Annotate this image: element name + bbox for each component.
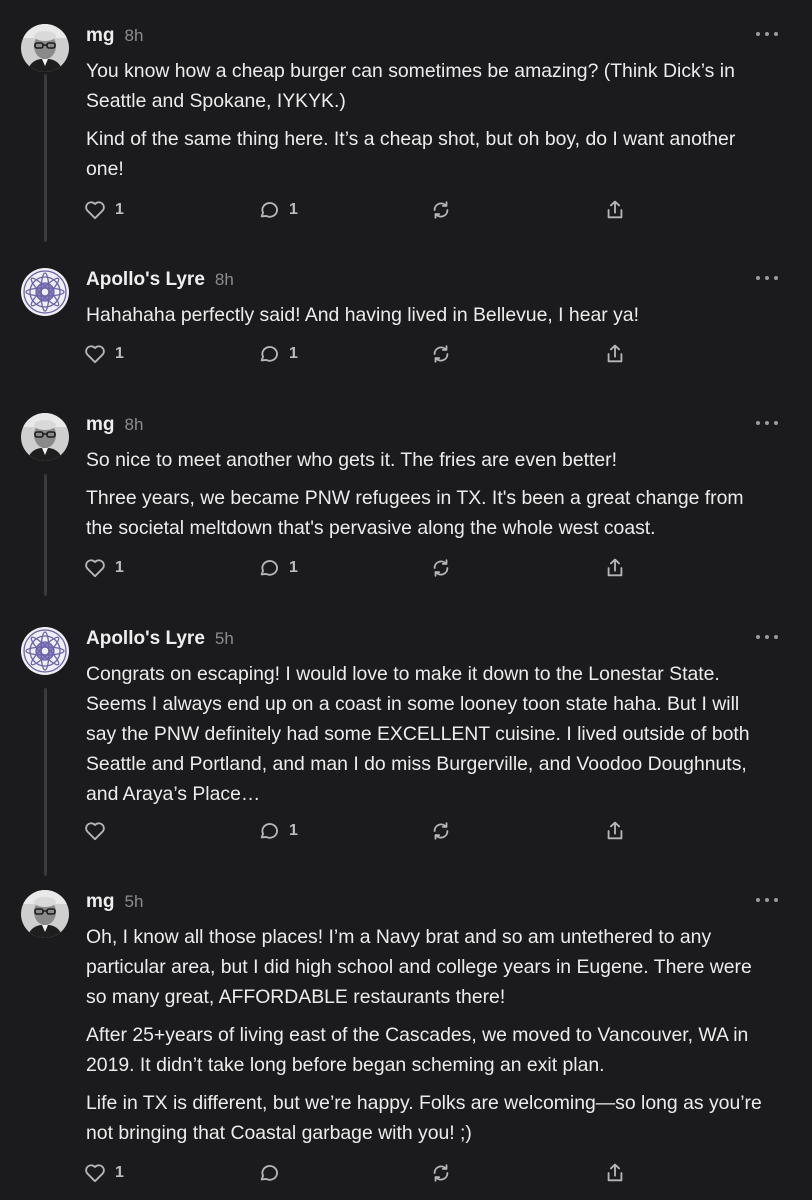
more-options-icon[interactable]	[756, 28, 778, 40]
like-button[interactable]: 1	[84, 341, 124, 367]
author-name[interactable]: mg	[86, 414, 115, 436]
timestamp[interactable]: 8h	[215, 270, 234, 290]
comment-paragraph: So nice to meet another who gets it. The…	[86, 449, 618, 471]
restack-button[interactable]	[430, 818, 452, 844]
reply-button[interactable]: 1	[258, 197, 298, 223]
share-icon	[607, 821, 623, 840]
timestamp[interactable]: 5h	[125, 892, 144, 912]
restack-button[interactable]	[430, 1160, 452, 1186]
share-button[interactable]	[604, 341, 626, 367]
comment-actions: 1 1	[84, 555, 644, 581]
mandala-avatar[interactable]	[21, 627, 69, 675]
comment-paragraph: Congrats on escaping! I would love to ma…	[86, 663, 750, 805]
comment-header: mg 5h	[86, 891, 143, 917]
heart-icon	[85, 345, 105, 364]
more-options-icon[interactable]	[756, 894, 778, 906]
share-icon	[607, 200, 623, 219]
like-button[interactable]: 1	[84, 197, 124, 223]
comment-paragraph: Life in TX is different, but we’re happy…	[86, 1092, 762, 1144]
comment-paragraph: Oh, I know all those places! I’m a Navy …	[86, 926, 752, 1008]
timestamp[interactable]: 8h	[125, 26, 144, 46]
comment-actions: 1 1	[84, 197, 644, 223]
restack-button[interactable]	[430, 555, 452, 581]
restack-arrows-icon	[433, 1164, 449, 1182]
reply-count: 1	[289, 201, 298, 218]
comment-body: Hahahaha perfectly said! And having live…	[86, 300, 772, 338]
like-button[interactable]: 1	[84, 1160, 124, 1186]
share-icon	[607, 1163, 623, 1182]
comment: Apollo's Lyre 8h Hahahaha perfectly said…	[0, 268, 812, 378]
speech-bubble-icon	[260, 823, 278, 839]
comment-paragraph: Kind of the same thing here. It’s a chea…	[86, 128, 736, 180]
restack-arrows-icon	[433, 201, 449, 219]
share-icon	[607, 558, 623, 577]
like-count: 1	[115, 559, 124, 576]
restack-arrows-icon	[433, 559, 449, 577]
like-count: 1	[115, 1164, 124, 1181]
man-with-glasses-avatar[interactable]	[21, 890, 69, 938]
timestamp[interactable]: 5h	[215, 629, 234, 649]
reply-count: 1	[289, 345, 298, 362]
comment-body: Congrats on escaping! I would love to ma…	[86, 659, 772, 817]
comment-header: mg 8h	[86, 414, 143, 440]
restack-button[interactable]	[430, 341, 452, 367]
more-options-icon[interactable]	[756, 272, 778, 284]
comment-header: Apollo's Lyre 5h	[86, 628, 234, 654]
comment-body: Oh, I know all those places! I’m a Navy …	[86, 922, 772, 1156]
comment-paragraph: Three years, we became PNW refugees in T…	[86, 487, 744, 539]
comment-actions: 1	[84, 1160, 644, 1186]
comment: mg 8h You know how a cheap burger can so…	[0, 24, 812, 224]
author-name[interactable]: Apollo's Lyre	[86, 269, 205, 291]
reply-button[interactable]	[258, 1160, 289, 1186]
reply-button[interactable]: 1	[258, 818, 298, 844]
speech-bubble-icon	[260, 1165, 278, 1181]
comment-paragraph: After 25+years of living east of the Cas…	[86, 1024, 749, 1076]
comment-actions: 1 1	[84, 341, 644, 367]
comment-paragraph: You know how a cheap burger can sometime…	[86, 60, 735, 112]
restack-button[interactable]	[430, 197, 452, 223]
reply-count: 1	[289, 559, 298, 576]
heart-icon	[85, 559, 105, 578]
author-name[interactable]: mg	[86, 25, 115, 47]
comment-actions: 1	[84, 818, 644, 844]
man-with-glasses-avatar[interactable]	[21, 24, 69, 72]
more-options-icon[interactable]	[756, 417, 778, 429]
comment-header: Apollo's Lyre 8h	[86, 269, 234, 295]
heart-icon	[85, 822, 105, 841]
comment: Apollo's Lyre 5h Congrats on escaping! I…	[0, 627, 812, 857]
speech-bubble-icon	[260, 202, 278, 218]
reply-count: 1	[289, 822, 298, 839]
author-name[interactable]: mg	[86, 891, 115, 913]
like-count: 1	[115, 345, 124, 362]
restack-arrows-icon	[433, 345, 449, 363]
like-button[interactable]	[84, 818, 115, 844]
comment-header: mg 8h	[86, 25, 143, 51]
reply-button[interactable]: 1	[258, 555, 298, 581]
man-with-glasses-avatar[interactable]	[21, 413, 69, 461]
reply-button[interactable]: 1	[258, 341, 298, 367]
share-button[interactable]	[604, 555, 626, 581]
like-count: 1	[115, 201, 124, 218]
like-button[interactable]: 1	[84, 555, 124, 581]
comment-body: So nice to meet another who gets it. The…	[86, 445, 772, 551]
heart-icon	[85, 201, 105, 220]
share-icon	[607, 344, 623, 363]
share-button[interactable]	[604, 818, 626, 844]
share-button[interactable]	[604, 197, 626, 223]
comment-paragraph: Hahahaha perfectly said! And having live…	[86, 304, 639, 326]
speech-bubble-icon	[260, 560, 278, 576]
comment-thread: mg 8h You know how a cheap burger can so…	[0, 0, 812, 1200]
speech-bubble-icon	[260, 346, 278, 362]
comment: mg 5h Oh, I know all those places! I’m a…	[0, 890, 812, 1190]
mandala-avatar[interactable]	[21, 268, 69, 316]
restack-arrows-icon	[433, 822, 449, 840]
more-options-icon[interactable]	[756, 631, 778, 643]
comment: mg 8h So nice to meet another who gets i…	[0, 413, 812, 593]
timestamp[interactable]: 8h	[125, 415, 144, 435]
comment-body: You know how a cheap burger can sometime…	[86, 56, 772, 192]
heart-icon	[85, 1164, 105, 1183]
share-button[interactable]	[604, 1160, 626, 1186]
author-name[interactable]: Apollo's Lyre	[86, 628, 205, 650]
